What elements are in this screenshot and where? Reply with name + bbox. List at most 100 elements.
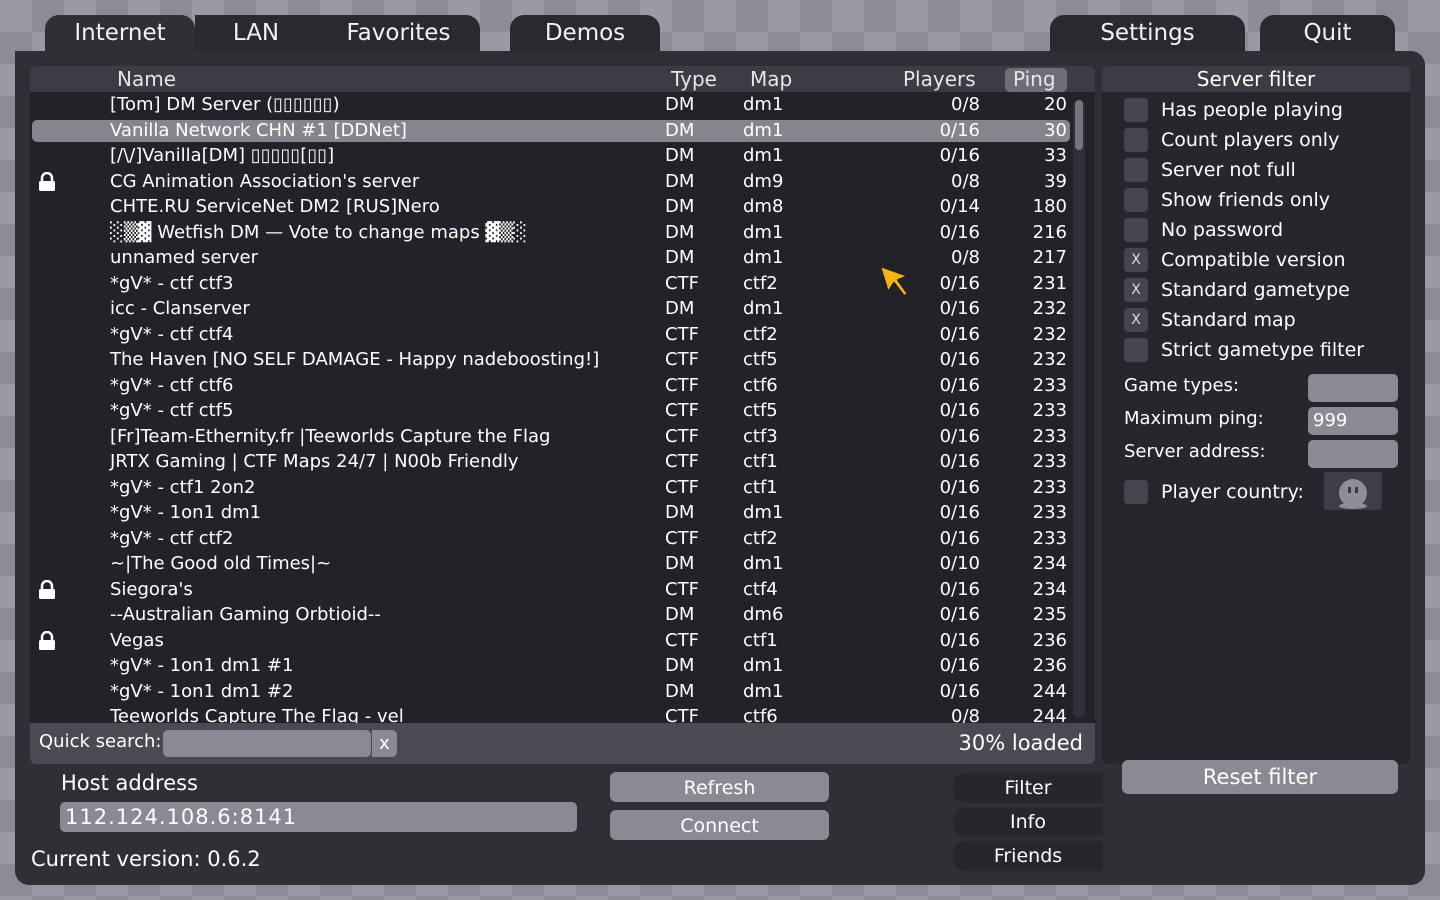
table-row[interactable]: *gV* - 1on1 dm1 #2 DM dm1 0/16 244: [30, 679, 1072, 705]
filter-option-label: Compatible version: [1161, 249, 1346, 271]
server-list[interactable]: Name Type Map Players Ping [Tom] DM Serv…: [30, 66, 1095, 764]
filter-checkbox[interactable]: [1124, 98, 1148, 122]
table-row[interactable]: --Australian Gaming Orbtioid-- DM dm6 0/16 2…: [30, 602, 1072, 628]
country-flag-selector[interactable]: [1324, 472, 1382, 510]
server-name: unnamed server: [110, 247, 258, 268]
table-row[interactable]: *gV* - ctf ctf6 CTF ctf6 0/16 233: [30, 373, 1072, 399]
server-ping: 232: [1032, 323, 1067, 345]
table-row[interactable]: *gV* - ctf1 2on2 CTF ctf1 0/16 233: [30, 475, 1072, 501]
header-players[interactable]: Players: [903, 66, 976, 92]
table-row[interactable]: Vanilla Network CHN #1 [DDNet] DM dm1 0/16 3…: [30, 118, 1072, 144]
server-players: 0/16: [939, 527, 980, 549]
tab-quit[interactable]: Quit: [1260, 15, 1395, 51]
server-type: CTF: [665, 349, 699, 370]
table-row[interactable]: ░▒▓ Wetfish DM — Vote to change maps ▓▒░…: [30, 220, 1072, 246]
tab-lan[interactable]: LAN: [195, 15, 317, 51]
table-row[interactable]: *gV* - 1on1 dm1 #1 DM dm1 0/16 236: [30, 653, 1072, 679]
server-ping: 217: [1032, 247, 1067, 268]
server-type: DM: [665, 655, 695, 676]
filter-checkbox[interactable]: X: [1124, 308, 1148, 332]
table-row[interactable]: [Fr]Team-Ethernity.fr |Teeworlds Capture…: [30, 424, 1072, 450]
table-row[interactable]: Siegora's CTF ctf4 0/16 234: [30, 577, 1072, 603]
filter-checkbox[interactable]: [1124, 188, 1148, 212]
table-row[interactable]: JRTX Gaming | CTF Maps 24/7 | N00b Frien…: [30, 449, 1072, 475]
server-address-label: Server address:: [1124, 441, 1266, 462]
server-name: [Tom] DM Server (▯▯▯▯▯▯): [110, 94, 340, 115]
filter-checkbox[interactable]: [1124, 128, 1148, 152]
header-ping[interactable]: Ping: [1013, 66, 1056, 92]
server-type: DM: [665, 94, 695, 115]
list-header: Name Type Map Players Ping: [30, 66, 1095, 92]
server-players: 0/16: [939, 221, 980, 243]
server-name: ~|The Good old Times|~: [110, 553, 332, 574]
table-row[interactable]: CG Animation Association's server DM dm9 0/…: [30, 169, 1072, 195]
server-type: DM: [665, 119, 695, 141]
table-row[interactable]: The Haven [NO SELF DAMAGE - Happy nadebo…: [30, 347, 1072, 373]
server-ping: 232: [1032, 298, 1067, 319]
reset-filter-button[interactable]: Reset filter: [1122, 760, 1398, 794]
server-type: CTF: [665, 400, 699, 421]
server-type: CTF: [665, 476, 699, 498]
player-country-checkbox[interactable]: [1124, 480, 1148, 504]
server-map: dm8: [743, 196, 784, 217]
server-players: 0/8: [951, 94, 980, 115]
server-name: CHTE.RU ServiceNet DM2 [RUS]Nero: [110, 196, 440, 217]
server-map: ctf5: [743, 400, 778, 421]
game-types-input[interactable]: [1308, 374, 1398, 402]
server-ping: 236: [1032, 629, 1067, 651]
table-row[interactable]: [/\/]Vanilla[DM] ▯▯▯▯▯[▯▯] DM dm1 0/16 33: [30, 143, 1072, 169]
filter-checkbox[interactable]: [1124, 218, 1148, 242]
server-address-input[interactable]: [1308, 440, 1398, 468]
server-ping: 39: [1044, 170, 1067, 192]
table-row[interactable]: *gV* - ctf ctf5 CTF ctf5 0/16 233: [30, 398, 1072, 424]
host-address-label: Host address: [61, 771, 198, 795]
filter-checkbox[interactable]: [1124, 158, 1148, 182]
table-row[interactable]: Vegas CTF ctf1 0/16 236: [30, 628, 1072, 654]
header-name[interactable]: Name: [117, 66, 176, 92]
quick-search-input[interactable]: [163, 730, 371, 757]
header-map[interactable]: Map: [750, 66, 792, 92]
table-row[interactable]: [Tom] DM Server (▯▯▯▯▯▯) DM dm1 0/8 20: [30, 92, 1072, 118]
server-name: JRTX Gaming | CTF Maps 24/7 | N00b Frien…: [110, 451, 519, 472]
server-name: *gV* - ctf1 2on2: [110, 476, 256, 498]
filter-checkbox[interactable]: [1124, 338, 1148, 362]
table-row[interactable]: CHTE.RU ServiceNet DM2 [RUS]Nero DM dm8 0/1…: [30, 194, 1072, 220]
server-ping: 234: [1032, 578, 1067, 600]
lock-icon: [38, 630, 56, 651]
tab-filter[interactable]: Filter: [953, 773, 1103, 803]
server-players: 0/16: [939, 374, 980, 396]
filter-checkbox[interactable]: X: [1124, 278, 1148, 302]
table-row[interactable]: icc - Clanserver DM dm1 0/16 232: [30, 296, 1072, 322]
max-ping-input[interactable]: 999: [1308, 407, 1398, 435]
tab-internet[interactable]: Internet: [45, 15, 195, 51]
tab-info[interactable]: Info: [953, 807, 1103, 837]
tab-settings[interactable]: Settings: [1050, 15, 1245, 51]
list-scrollbar[interactable]: [1073, 100, 1085, 718]
tab-friends[interactable]: Friends: [953, 841, 1103, 871]
table-row[interactable]: ~|The Good old Times|~ DM dm1 0/10 234: [30, 551, 1072, 577]
server-map: dm1: [743, 145, 784, 166]
host-address-input[interactable]: 112.124.108.6:8141: [60, 802, 577, 832]
table-row[interactable]: *gV* - ctf ctf2 CTF ctf2 0/16 233: [30, 526, 1072, 552]
clear-search-button[interactable]: x: [372, 730, 397, 757]
server-name: *gV* - ctf ctf6: [110, 374, 234, 396]
refresh-button[interactable]: Refresh: [610, 772, 829, 802]
table-row[interactable]: unnamed server DM dm1 0/8 217: [30, 245, 1072, 271]
server-ping: 20: [1044, 94, 1067, 115]
server-map: dm6: [743, 604, 784, 625]
table-row[interactable]: *gV* - ctf ctf4 CTF ctf2 0/16 232: [30, 322, 1072, 348]
server-type: DM: [665, 553, 695, 574]
table-row[interactable]: *gV* - ctf ctf3 CTF ctf2 0/16 231: [30, 271, 1072, 297]
filter-checkbox[interactable]: X: [1124, 248, 1148, 272]
header-type[interactable]: Type: [671, 66, 717, 92]
tab-favorites[interactable]: Favorites: [317, 15, 480, 51]
table-row[interactable]: *gV* - 1on1 dm1 DM dm1 0/16 233: [30, 500, 1072, 526]
tab-demos[interactable]: Demos: [510, 15, 660, 51]
tabgroup-browser: Internet LAN Favorites: [45, 15, 480, 51]
connect-button[interactable]: Connect: [610, 810, 829, 840]
server-ping: 30: [1044, 119, 1067, 141]
server-type: CTF: [665, 323, 699, 345]
current-version: Current version: 0.6.2: [31, 847, 261, 871]
server-ping: 244: [1032, 680, 1067, 702]
list-scrollbar-thumb[interactable]: [1075, 100, 1083, 150]
